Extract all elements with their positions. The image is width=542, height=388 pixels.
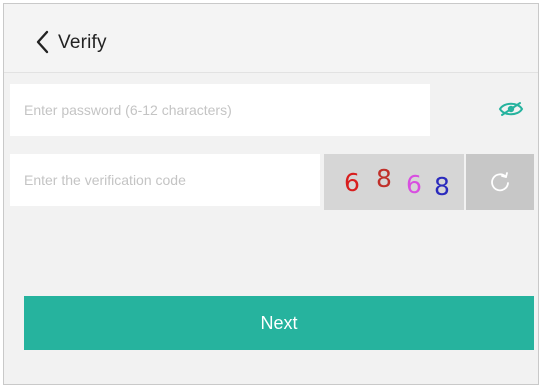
- verify-screen: Verify 6 8 6 8 Next: [3, 3, 539, 385]
- captcha-char: 8: [376, 164, 392, 193]
- captcha-char: 8: [434, 172, 450, 201]
- captcha-char: 6: [406, 170, 422, 199]
- page-title: Verify: [58, 32, 107, 53]
- refresh-icon: [491, 172, 509, 192]
- password-visibility-toggle[interactable]: [498, 100, 524, 118]
- password-field[interactable]: [10, 84, 430, 136]
- captcha-input[interactable]: [10, 154, 320, 206]
- refresh-captcha-button[interactable]: [466, 154, 534, 210]
- next-button[interactable]: Next: [24, 296, 534, 350]
- eye-icon: [498, 102, 524, 116]
- chevron-left-icon: [36, 30, 49, 54]
- captcha-char: 6: [344, 168, 360, 197]
- back-button[interactable]: [32, 28, 56, 56]
- header: Verify: [4, 4, 538, 73]
- captcha-image[interactable]: 6 8 6 8: [324, 154, 464, 210]
